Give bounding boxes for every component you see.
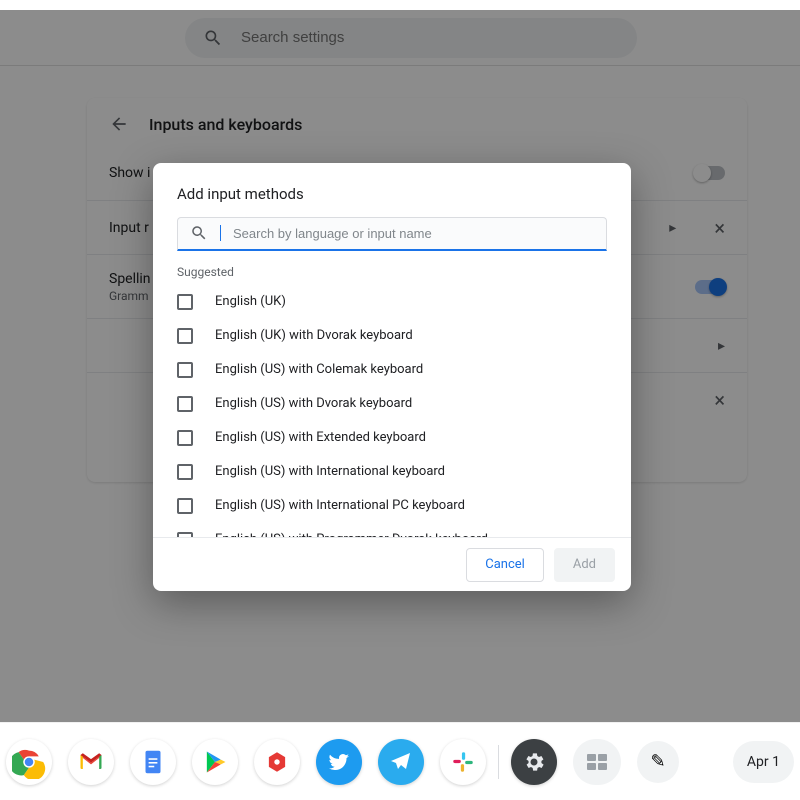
list-item[interactable]: English (UK) with Dvorak keyboard: [177, 319, 607, 353]
holding-space-icon[interactable]: [573, 739, 621, 785]
list-item[interactable]: English (US) with Programmer Dvorak keyb…: [177, 523, 607, 537]
add-input-methods-dialog: Add input methods Suggested English (UK)…: [153, 163, 631, 591]
dialog-search-input[interactable]: [233, 226, 594, 241]
play-icon[interactable]: [192, 739, 238, 785]
chrome-icon[interactable]: [6, 739, 52, 785]
checkbox[interactable]: [177, 362, 193, 378]
checkbox[interactable]: [177, 498, 193, 514]
slack-icon[interactable]: [440, 739, 486, 785]
text-cursor: [220, 225, 221, 241]
option-label: English (US) with Extended keyboard: [215, 430, 426, 445]
shelf-separator: [498, 745, 499, 779]
options-list: English (UK) English (UK) with Dvorak ke…: [153, 285, 631, 537]
checkbox[interactable]: [177, 396, 193, 412]
checkbox[interactable]: [177, 294, 193, 310]
option-label: English (UK): [215, 294, 286, 309]
status-tray[interactable]: Apr 1: [733, 741, 794, 783]
hex-app-icon[interactable]: [254, 739, 300, 785]
option-label: English (US) with International PC keybo…: [215, 498, 465, 513]
twitter-icon[interactable]: [316, 739, 362, 785]
add-button[interactable]: Add: [554, 548, 615, 582]
telegram-icon[interactable]: [378, 739, 424, 785]
settings-icon[interactable]: [511, 739, 557, 785]
option-label: English (UK) with Dvorak keyboard: [215, 328, 413, 343]
checkbox[interactable]: [177, 328, 193, 344]
cancel-button[interactable]: Cancel: [466, 548, 544, 582]
list-item[interactable]: English (US) with Colemak keyboard: [177, 353, 607, 387]
list-item[interactable]: English (US) with Extended keyboard: [177, 421, 607, 455]
stylus-icon[interactable]: ✎: [637, 741, 679, 783]
option-label: English (US) with International keyboard: [215, 464, 445, 479]
checkbox[interactable]: [177, 430, 193, 446]
gmail-icon[interactable]: [68, 739, 114, 785]
option-label: English (US) with Dvorak keyboard: [215, 396, 412, 411]
checkbox[interactable]: [177, 464, 193, 480]
dialog-title: Add input methods: [153, 163, 631, 217]
search-icon: [190, 224, 208, 242]
dialog-search[interactable]: [177, 217, 607, 251]
option-label: English (US) with Colemak keyboard: [215, 362, 423, 377]
docs-icon[interactable]: [130, 739, 176, 785]
date-label: Apr 1: [747, 754, 780, 770]
list-item[interactable]: English (US) with International keyboard: [177, 455, 607, 489]
dialog-actions: Cancel Add: [153, 537, 631, 591]
shelf: ✎ Apr 1: [0, 722, 800, 800]
list-item[interactable]: English (US) with International PC keybo…: [177, 489, 607, 523]
suggested-label: Suggested: [153, 251, 631, 285]
list-item[interactable]: English (US) with Dvorak keyboard: [177, 387, 607, 421]
list-item[interactable]: English (UK): [177, 285, 607, 319]
